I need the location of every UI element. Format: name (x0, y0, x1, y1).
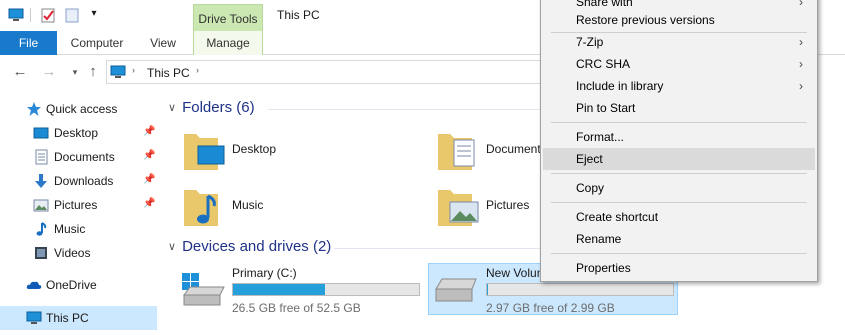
this-pc-icon[interactable] (8, 7, 24, 23)
customize-toolbar-icon[interactable]: ▾ (86, 6, 102, 22)
breadcrumb-chevron-icon[interactable]: › (132, 65, 135, 75)
nav-item-label: OneDrive (46, 278, 97, 292)
folder-label: Pictures (486, 198, 530, 212)
nav-item-documents[interactable]: Documents 📌 (0, 146, 157, 168)
menu-item-properties[interactable]: Properties (543, 257, 815, 279)
documents-folder-icon (436, 128, 480, 172)
submenu-arrow-icon: › (799, 35, 803, 49)
pictures-folder-icon (33, 197, 49, 213)
desktop-folder-icon (33, 125, 49, 141)
menu-separator (551, 173, 807, 174)
menu-separator (551, 253, 807, 254)
drive-tools-group: Drive Tools (193, 4, 263, 31)
tab-view[interactable]: View (138, 31, 188, 55)
nav-item-downloads[interactable]: Downloads 📌 (0, 170, 157, 192)
nav-item-videos[interactable]: Videos (0, 242, 157, 264)
pin-icon[interactable]: 📌 (143, 198, 155, 209)
folders-header-label: Folders (6) (182, 99, 255, 116)
drive-usage-fill (487, 284, 489, 295)
tab-file[interactable]: File (0, 31, 57, 55)
menu-item-copy[interactable]: Copy (543, 177, 815, 199)
folders-group-header[interactable]: ∨ Folders (6) (168, 99, 255, 116)
nav-item-onedrive[interactable]: OneDrive (0, 274, 157, 296)
context-menu: Share with › Restore previous versions 7-… (540, 0, 818, 282)
menu-separator (551, 202, 807, 203)
nav-item-label: This PC (46, 311, 89, 325)
nav-item-this-pc[interactable]: This PC (0, 306, 157, 330)
drive-free-space: 26.5 GB free of 52.5 GB (232, 301, 361, 315)
submenu-arrow-icon: › (799, 79, 803, 93)
onedrive-icon (26, 277, 42, 293)
recent-locations-chevron-icon[interactable]: ▾ (66, 63, 84, 81)
back-arrow-icon[interactable]: ← (11, 63, 29, 81)
folder-label: Documents (486, 142, 547, 156)
group-divider (268, 109, 540, 110)
drive-icon (434, 273, 480, 305)
menu-item-include-in-library[interactable]: Include in library › (543, 75, 815, 97)
windows-drive-icon (180, 271, 226, 307)
up-arrow-icon[interactable]: ↑ (84, 63, 102, 81)
pin-icon[interactable]: 📌 (143, 126, 155, 137)
drives-header-label: Devices and drives (2) (182, 238, 332, 255)
nav-item-quick-access[interactable]: Quick access (0, 98, 157, 120)
nav-item-pictures[interactable]: Pictures 📌 (0, 194, 157, 216)
drive-tools-label: Drive Tools (198, 12, 258, 26)
nav-item-label: Videos (54, 246, 91, 260)
menu-item-crc-sha[interactable]: CRC SHA › (543, 53, 815, 75)
nav-item-music[interactable]: Music (0, 218, 157, 240)
menu-item-rename[interactable]: Rename (543, 228, 815, 250)
drives-group-header[interactable]: ∨ Devices and drives (2) (168, 238, 331, 255)
properties-icon[interactable] (40, 7, 56, 23)
nav-item-label: Downloads (54, 174, 114, 188)
menu-item-restore-previous-versions[interactable]: Restore previous versions (543, 9, 815, 31)
downloads-folder-icon (33, 173, 49, 189)
address-field[interactable]: › This PC › (106, 60, 546, 84)
nav-item-label: Documents (54, 150, 115, 164)
desktop-folder-icon (182, 128, 226, 172)
separator (30, 8, 31, 22)
collapse-chevron-icon[interactable]: ∨ (168, 101, 176, 114)
tab-manage[interactable]: Manage (193, 31, 263, 55)
music-folder-icon (182, 184, 226, 228)
menu-item-pin-to-start[interactable]: Pin to Start (543, 97, 815, 119)
breadcrumb-chevron-icon[interactable]: › (196, 65, 199, 75)
folder-label: Desktop (232, 142, 277, 156)
folder-label: Music (232, 198, 264, 212)
breadcrumb-this-pc[interactable]: This PC (147, 66, 190, 80)
this-pc-icon (26, 310, 42, 326)
nav-item-label: Quick access (46, 102, 118, 116)
pictures-folder-icon (436, 184, 480, 228)
tab-computer[interactable]: Computer (58, 31, 136, 55)
window-title: This PC (277, 8, 320, 22)
menu-item-format[interactable]: Format... (543, 126, 815, 148)
nav-item-label: Music (54, 222, 86, 236)
documents-folder-icon (33, 149, 49, 165)
menu-item-create-shortcut[interactable]: Create shortcut (543, 206, 815, 228)
music-folder-icon (33, 221, 49, 237)
pin-icon[interactable]: 📌 (143, 150, 155, 161)
navigation-pane: Quick access Desktop 📌 Documents 📌 Downl… (0, 90, 160, 335)
drive-usage-bar (486, 283, 674, 296)
menu-item-eject[interactable]: Eject (543, 148, 815, 170)
collapse-chevron-icon[interactable]: ∨ (168, 240, 176, 253)
pin-icon[interactable]: 📌 (143, 174, 155, 185)
nav-item-desktop[interactable]: Desktop 📌 (0, 122, 157, 144)
submenu-arrow-icon: › (799, 57, 803, 71)
videos-folder-icon (33, 245, 49, 261)
drive-name: Primary (C:) (232, 266, 297, 280)
menu-item-7zip[interactable]: 7-Zip › (543, 31, 815, 53)
group-divider (334, 248, 540, 249)
menu-separator (551, 122, 807, 123)
new-folder-icon[interactable] (64, 7, 80, 23)
drive-usage-bar (232, 283, 420, 296)
forward-arrow-icon[interactable]: → (40, 63, 58, 81)
this-pc-icon (110, 64, 126, 80)
nav-item-label: Desktop (54, 126, 99, 140)
drive-free-space: 2.97 GB free of 2.99 GB (486, 301, 615, 315)
drive-usage-fill (233, 284, 326, 295)
star-icon (26, 101, 42, 117)
nav-item-label: Pictures (54, 198, 98, 212)
